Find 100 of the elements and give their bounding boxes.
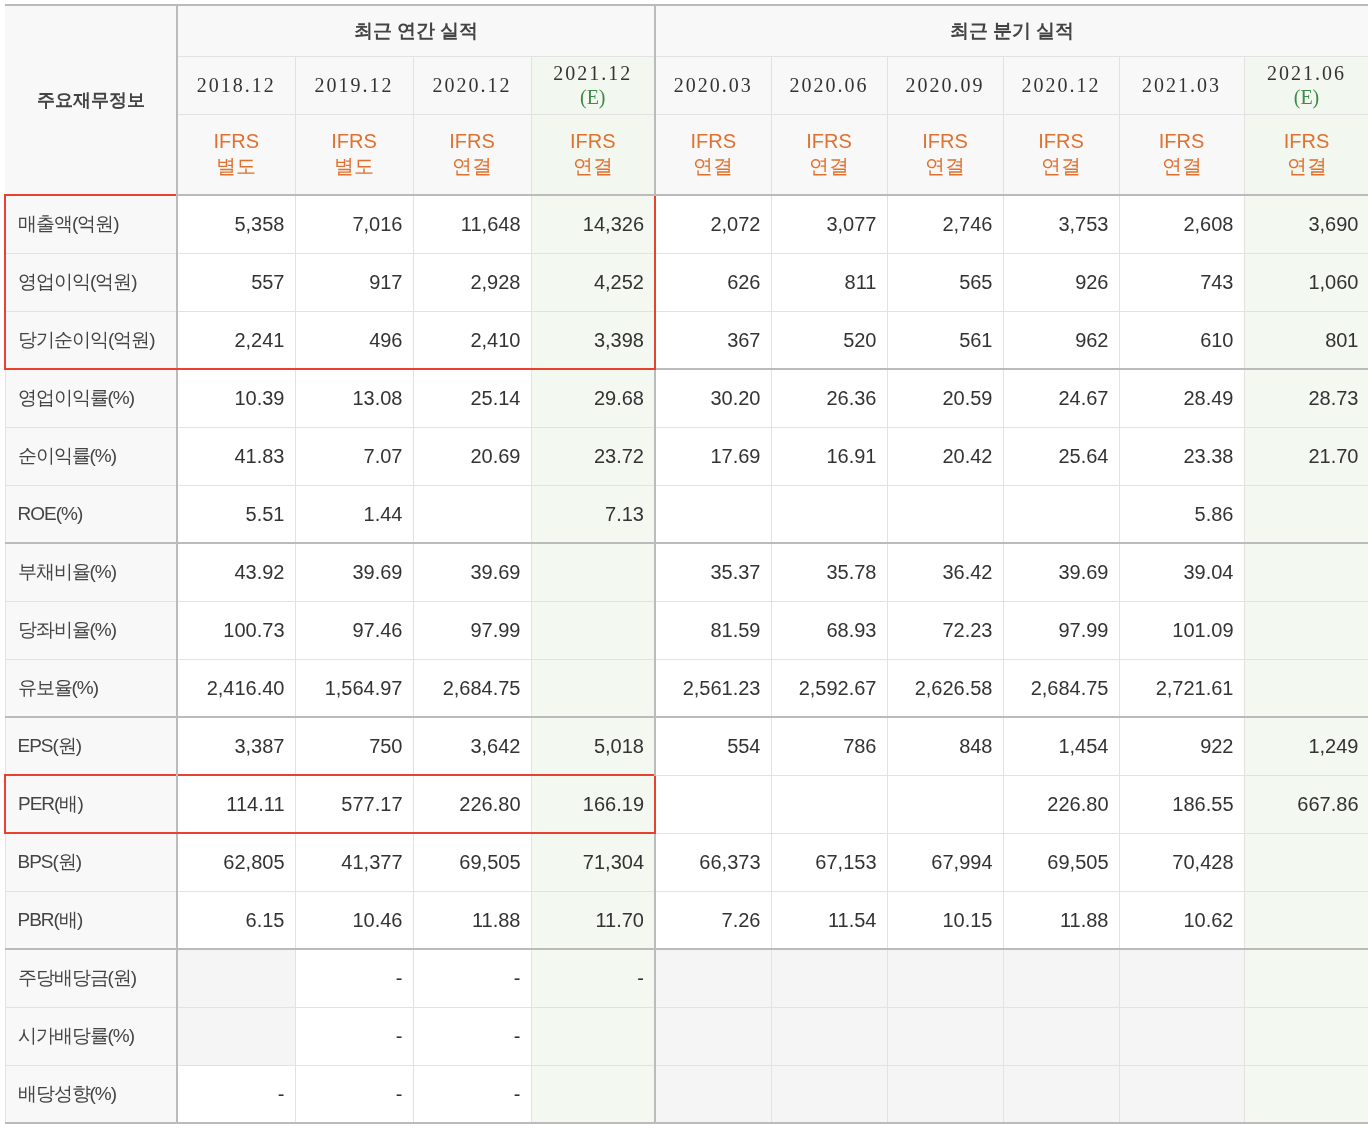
- value-cell: 28.73: [1244, 369, 1368, 427]
- value-cell: 922: [1119, 717, 1244, 775]
- value-cell: 811: [771, 253, 887, 311]
- period-header: 2019.12: [295, 56, 413, 114]
- value-cell: 20.42: [887, 427, 1003, 485]
- row-label: 부채비율(%): [5, 543, 177, 601]
- value-cell: 67,153: [771, 833, 887, 891]
- value-cell: 7.13: [531, 485, 655, 543]
- value-cell: 35.37: [655, 543, 771, 601]
- value-cell: 97.46: [295, 601, 413, 659]
- value-cell: 67,994: [887, 833, 1003, 891]
- value-cell: 39.04: [1119, 543, 1244, 601]
- value-cell: 2,928: [413, 253, 531, 311]
- row-label: 배당성향(%): [5, 1065, 177, 1123]
- value-cell: 11.88: [1003, 891, 1119, 949]
- value-cell: 30.20: [655, 369, 771, 427]
- value-cell: 2,416.40: [177, 659, 295, 717]
- basis-header: IFRS 연결: [531, 114, 655, 195]
- basis-header: IFRS 연결: [1003, 114, 1119, 195]
- value-cell: 97.99: [413, 601, 531, 659]
- row-label: 당좌비율(%): [5, 601, 177, 659]
- value-cell: 7.26: [655, 891, 771, 949]
- value-cell: 41.83: [177, 427, 295, 485]
- section-header: 최근 연간 실적: [177, 5, 655, 56]
- value-cell: 11,648: [413, 195, 531, 253]
- value-cell: 6.15: [177, 891, 295, 949]
- value-cell: 10.46: [295, 891, 413, 949]
- basis-header: IFRS 별도: [295, 114, 413, 195]
- value-cell: 2,746: [887, 195, 1003, 253]
- value-cell: 20.59: [887, 369, 1003, 427]
- value-cell: 23.72: [531, 427, 655, 485]
- value-cell: 41,377: [295, 833, 413, 891]
- value-cell: 2,608: [1119, 195, 1244, 253]
- value-cell: -: [531, 949, 655, 1007]
- value-cell: -: [295, 1065, 413, 1123]
- value-cell: 186.55: [1119, 775, 1244, 833]
- period-header: 2020.06: [771, 56, 887, 114]
- value-cell: 2,072: [655, 195, 771, 253]
- row-label: 매출액(억원): [5, 195, 177, 253]
- basis-header: IFRS 별도: [177, 114, 295, 195]
- value-cell: 962: [1003, 311, 1119, 369]
- value-cell: 2,592.67: [771, 659, 887, 717]
- value-cell: 2,684.75: [413, 659, 531, 717]
- period-header: 2020.03: [655, 56, 771, 114]
- value-cell: 20.69: [413, 427, 531, 485]
- row-label: 주당배당금(원): [5, 949, 177, 1007]
- value-cell: -: [295, 1007, 413, 1065]
- value-cell: 62,805: [177, 833, 295, 891]
- value-cell: 1,249: [1244, 717, 1368, 775]
- value-cell: 23.38: [1119, 427, 1244, 485]
- value-cell: 21.70: [1244, 427, 1368, 485]
- value-cell: 11.70: [531, 891, 655, 949]
- value-cell: 17.69: [655, 427, 771, 485]
- corner-header: 주요재무정보: [5, 5, 177, 195]
- value-cell: 114.11: [177, 775, 295, 833]
- value-cell: 5.51: [177, 485, 295, 543]
- period-header: 2018.12: [177, 56, 295, 114]
- row-label: PBR(배): [5, 891, 177, 949]
- value-cell: 226.80: [413, 775, 531, 833]
- basis-header: IFRS 연결: [413, 114, 531, 195]
- row-label: 순이익률(%): [5, 427, 177, 485]
- value-cell: 226.80: [1003, 775, 1119, 833]
- value-cell: 2,721.61: [1119, 659, 1244, 717]
- value-cell: 3,690: [1244, 195, 1368, 253]
- value-cell: 557: [177, 253, 295, 311]
- value-cell: 68.93: [771, 601, 887, 659]
- value-cell: 43.92: [177, 543, 295, 601]
- period-header: 2021.06 (E): [1244, 56, 1368, 114]
- value-cell: -: [295, 949, 413, 1007]
- value-cell: 13.08: [295, 369, 413, 427]
- value-cell: 848: [887, 717, 1003, 775]
- basis-header: IFRS 연결: [771, 114, 887, 195]
- value-cell: -: [177, 1065, 295, 1123]
- value-cell: -: [413, 1065, 531, 1123]
- row-label: 영업이익(억원): [5, 253, 177, 311]
- value-cell: 16.91: [771, 427, 887, 485]
- value-cell: 1,454: [1003, 717, 1119, 775]
- value-cell: 520: [771, 311, 887, 369]
- value-cell: 3,077: [771, 195, 887, 253]
- value-cell: 69,505: [1003, 833, 1119, 891]
- value-cell: 70,428: [1119, 833, 1244, 891]
- value-cell: 11.88: [413, 891, 531, 949]
- period-header: 2020.12: [413, 56, 531, 114]
- basis-header: IFRS 연결: [887, 114, 1003, 195]
- value-cell: 5,358: [177, 195, 295, 253]
- value-cell: 2,410: [413, 311, 531, 369]
- value-cell: 72.23: [887, 601, 1003, 659]
- section-header: 최근 분기 실적: [655, 5, 1368, 56]
- value-cell: 1,564.97: [295, 659, 413, 717]
- value-cell: 3,387: [177, 717, 295, 775]
- value-cell: 10.15: [887, 891, 1003, 949]
- row-label: BPS(원): [5, 833, 177, 891]
- value-cell: 24.67: [1003, 369, 1119, 427]
- value-cell: 565: [887, 253, 1003, 311]
- value-cell: 4,252: [531, 253, 655, 311]
- value-cell: 561: [887, 311, 1003, 369]
- period-header: 2021.12 (E): [531, 56, 655, 114]
- value-cell: 1,060: [1244, 253, 1368, 311]
- value-cell: 367: [655, 311, 771, 369]
- value-cell: 2,684.75: [1003, 659, 1119, 717]
